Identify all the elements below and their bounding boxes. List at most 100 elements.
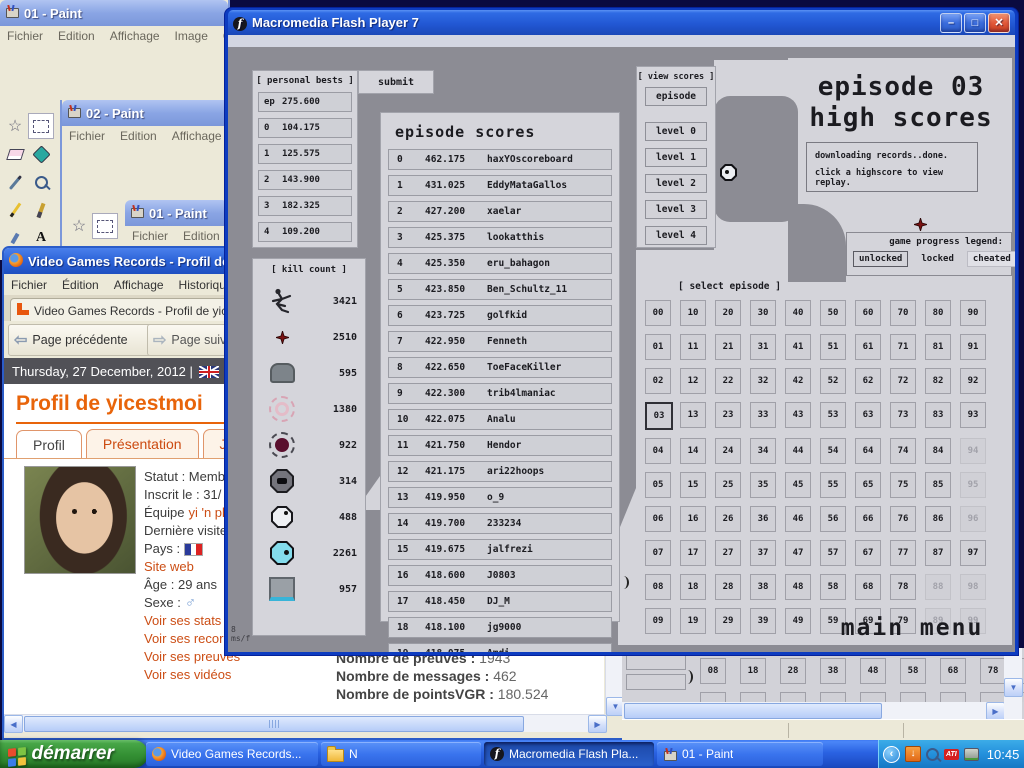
scroll-thumb[interactable] [624,703,882,719]
close-button[interactable]: ✕ [988,13,1010,33]
highscore-row[interactable]: 1431.025EddyMataGallos [388,175,612,196]
taskbar-task-3[interactable]: fMacromedia Flash Pla... [484,742,654,766]
pencil-tool-icon[interactable] [3,198,27,222]
highscore-row[interactable]: 0462.175haxYOscoreboard [388,149,612,170]
episode-cell-62[interactable]: 62 [855,368,881,394]
magnifier-tray-icon[interactable] [926,748,939,761]
episode-cell-16[interactable]: 16 [680,506,706,532]
episode-cell-27[interactable]: 27 [715,540,741,566]
vertical-scrollbar[interactable]: ▼ [1004,648,1022,719]
episode-cell-97[interactable]: 97 [960,540,986,566]
episode-cell-74[interactable]: 74 [890,438,916,464]
episode-cell-84[interactable]: 84 [925,438,951,464]
episode-cell-38[interactable]: 38 [750,574,776,600]
episode-cell-04[interactable]: 04 [645,438,671,464]
episode-cell-66[interactable]: 66 [855,506,881,532]
episode-cell-68[interactable]: 68 [940,658,966,684]
profile-link[interactable]: Voir ses records [144,630,237,648]
episode-cell-57[interactable]: 57 [820,540,846,566]
menu-item-image[interactable]: Image [175,29,208,43]
taskbar-task-1[interactable]: Video Games Records... [146,742,318,766]
episode-cell-26[interactable]: 26 [715,506,741,532]
episode-cell-78[interactable]: 78 [980,658,1006,684]
brush-tool-icon[interactable] [29,198,53,222]
episode-cell-23[interactable]: 23 [715,402,741,428]
episode-cell-20[interactable]: 20 [715,300,741,326]
episode-cell-58[interactable]: 58 [900,658,926,684]
taskbar-task-4[interactable]: 01 - Paint [657,742,823,766]
episode-cell-32[interactable]: 32 [750,368,776,394]
menu-item-edition[interactable]: Edition [120,129,157,143]
device-tray-icon[interactable] [964,748,979,761]
episode-cell-67[interactable]: 67 [855,540,881,566]
scroll-down-button[interactable]: ▼ [1004,678,1023,697]
highscore-row[interactable]: 18418.100jg9000 [388,617,612,638]
episode-cell-56[interactable]: 56 [820,506,846,532]
episode-cell-33[interactable]: 33 [750,402,776,428]
paint2-titlebar[interactable]: 02 - Paint [62,100,230,126]
flash-titlebar[interactable]: f Macromedia Flash Player 7 –□✕ [228,10,1015,35]
menu-item-affichage[interactable]: Affichage [110,29,160,43]
episode-cell-00[interactable]: 00 [645,300,671,326]
rect-select-tool-icon[interactable] [92,213,118,239]
episode-cell-52[interactable]: 52 [820,368,846,394]
menu-item-affichage[interactable]: Affichage [172,129,222,143]
highscore-row[interactable]: 2427.200xaelar [388,201,612,222]
episode-cell-65[interactable]: 65 [855,472,881,498]
episode-cell-14[interactable]: 14 [680,438,706,464]
highscore-row[interactable]: 14419.700233234 [388,513,612,534]
highscore-row[interactable]: 17418.450DJ_M [388,591,612,612]
episode-cell-90[interactable]: 90 [960,300,986,326]
ati-tray-icon[interactable]: ATI [944,749,959,760]
episode-cell-22[interactable]: 22 [715,368,741,394]
view-level-1-button[interactable]: level 1 [645,148,707,167]
rect-select-tool-icon[interactable] [28,113,54,139]
highscore-row[interactable]: 10422.075Analu [388,409,612,430]
taskbar-task-2[interactable]: N [321,742,481,766]
episode-cell-50[interactable]: 50 [820,300,846,326]
episode-cell-25[interactable]: 25 [715,472,741,498]
highscore-row[interactable]: 7422.950Fenneth [388,331,612,352]
episode-cell-30[interactable]: 30 [750,300,776,326]
freeform-select-tool-icon[interactable]: ☆ [3,114,27,138]
back-button[interactable]: ⇦ Page précédente [8,324,156,356]
episode-cell-51[interactable]: 51 [820,334,846,360]
episode-cell-76[interactable]: 76 [890,506,916,532]
episode-cell-73[interactable]: 73 [890,402,916,428]
highscore-row[interactable]: 9422.300trib4lmaniac [388,383,612,404]
highscore-row[interactable]: 3425.375lookatthis [388,227,612,248]
episode-cell-34[interactable]: 34 [750,438,776,464]
menu-item-fichier[interactable]: Fichier [11,278,47,292]
minimize-button[interactable]: – [940,13,962,33]
eyedropper-tool-icon[interactable] [3,170,27,194]
profile-link[interactable]: yi 'n pl [188,504,224,522]
highscore-row[interactable]: 4425.350eru_bahagon [388,253,612,274]
episode-cell-86[interactable]: 86 [925,506,951,532]
menu-item-edition[interactable]: Edition [183,229,220,243]
episode-cell-35[interactable]: 35 [750,472,776,498]
highscore-row[interactable]: 5423.850Ben_Schultz_11 [388,279,612,300]
episode-cell-60[interactable]: 60 [855,300,881,326]
episode-cell-93[interactable]: 93 [960,402,986,428]
view-level-4-button[interactable]: level 4 [645,226,707,245]
profile-tab-profil[interactable]: Profil [16,430,82,459]
paint3-titlebar[interactable]: 01 - Paint [125,200,228,226]
episode-cell-39[interactable]: 39 [750,608,776,634]
horizontal-scrollbar[interactable]: ◀ ▶ [4,714,605,732]
main-menu-label[interactable]: main menu [812,615,1012,641]
episode-cell-77[interactable]: 77 [890,540,916,566]
episode-cell-44[interactable]: 44 [785,438,811,464]
highscore-row[interactable]: 6423.725golfkid [388,305,612,326]
episode-cell-40[interactable]: 40 [785,300,811,326]
episode-cell-80[interactable]: 80 [925,300,951,326]
highscore-row[interactable]: 15419.675jalfrezi [388,539,612,560]
episode-cell-58[interactable]: 58 [820,574,846,600]
episode-cell-48[interactable]: 48 [785,574,811,600]
highscore-row[interactable]: 19418.075Amdi [388,643,612,652]
fill-tool-icon[interactable] [29,142,53,166]
episode-cell-91[interactable]: 91 [960,334,986,360]
episode-cell-12[interactable]: 12 [680,368,706,394]
episode-cell-03[interactable]: 03 [645,402,673,430]
episode-cell-55[interactable]: 55 [820,472,846,498]
episode-cell-49[interactable]: 49 [785,608,811,634]
